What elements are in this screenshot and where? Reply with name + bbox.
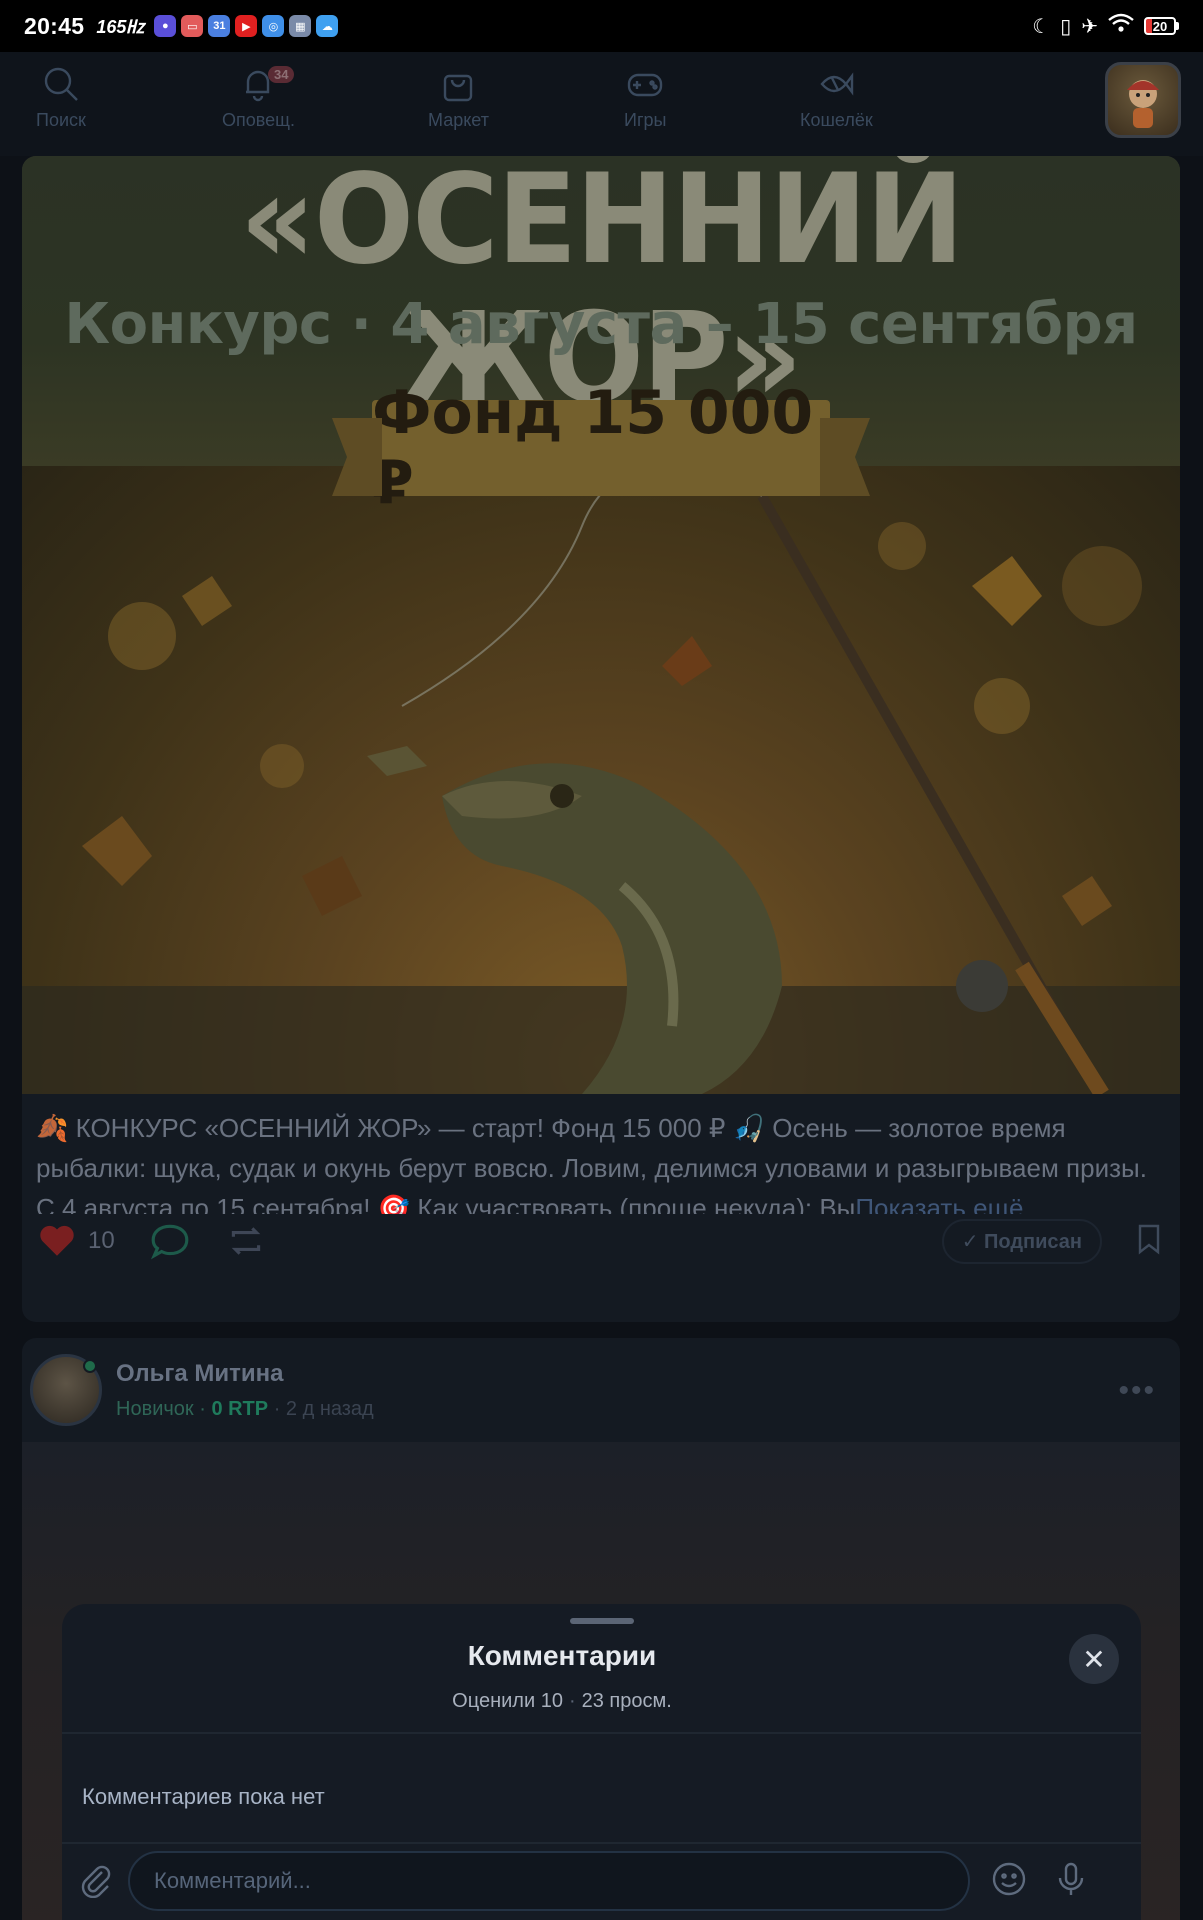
post-text: 🍂 КОНКУРС «ОСЕННИЙ ЖОР» — старт! Фонд 15…	[22, 1094, 1180, 1214]
close-button[interactable]: ✕	[1069, 1634, 1119, 1684]
calendar-notification-icon: 31	[208, 15, 231, 37]
wifi-icon	[1108, 13, 1134, 39]
notification-badge: 34	[268, 66, 295, 83]
divider	[62, 1732, 1141, 1734]
do-not-disturb-icon: ☾	[1032, 15, 1051, 38]
avatar-icon	[1127, 80, 1159, 128]
comment-bubble-icon	[150, 1224, 189, 1260]
refresh-rate: 165㎐	[96, 17, 145, 37]
sheet-drag-handle[interactable]	[570, 1618, 634, 1624]
banner-fund-ribbon: Фонд 15 000 ₽	[372, 378, 830, 518]
author-avatar[interactable]	[30, 1354, 102, 1426]
nav-market-label: Маркет	[428, 110, 489, 130]
banner-subtitle: Конкурс · 4 августа – 15 сентября	[64, 292, 1138, 357]
search-icon	[44, 67, 78, 101]
author-rtp: 0 RTP	[211, 1397, 269, 1420]
like-count: 10	[88, 1227, 115, 1254]
status-bar: 20:45 165㎐ ● ▭ 31 ▶ ◎ ▦ ☁ ☾ ▯ ✈ 20	[0, 0, 1203, 52]
post-time: 2 д назад	[285, 1397, 374, 1420]
airplane-icon: ✈	[1081, 15, 1098, 38]
wallet-fish-icon	[820, 72, 854, 96]
sheet-title: Комментарии	[467, 1640, 657, 1671]
microphone-icon	[1058, 1862, 1084, 1895]
post-banner-image[interactable]: «ОСЕННИЙ ЖОР» Конкурс · 4 августа – 15 с…	[22, 156, 1180, 1094]
app-notification-icon: ▭	[181, 15, 204, 37]
comment-input[interactable]	[128, 1851, 970, 1911]
emoji-button[interactable]	[990, 1860, 1028, 1903]
shopping-bag-icon	[444, 74, 473, 102]
bookmark-button[interactable]	[1132, 1222, 1166, 1261]
repost-button[interactable]	[225, 1220, 267, 1262]
comment-button[interactable]	[149, 1220, 191, 1262]
nav-wallet-label: Кошелёк	[800, 110, 873, 130]
app-notification-icon: ●	[154, 15, 177, 37]
nav-games[interactable]: Игры	[624, 64, 666, 131]
chrome-notification-icon: ◎	[262, 15, 285, 37]
empty-comments-text: Комментариев пока нет	[82, 1784, 325, 1809]
top-navigation: Поиск 34 Оповещ. Маркет Игры Кошелёк	[0, 52, 1203, 156]
gamepad-icon	[628, 73, 663, 97]
post-actions: 10 ✓ Подписан	[22, 1206, 1180, 1276]
pike-illustration	[22, 466, 1180, 1094]
author-meta: Новичок · 0 RTP · 2 д назад	[116, 1397, 374, 1420]
nav-wallet[interactable]: Кошелёк	[800, 64, 873, 131]
nav-games-label: Игры	[624, 110, 667, 130]
nav-market[interactable]: Маркет	[428, 64, 489, 131]
battery-level: 20	[1144, 17, 1176, 35]
profile-avatar[interactable]	[1105, 62, 1181, 138]
paperclip-icon	[81, 1865, 111, 1898]
notification-icons: ● ▭ 31 ▶ ◎ ▦ ☁	[154, 15, 339, 37]
online-status-dot	[83, 1359, 97, 1373]
subscribed-button[interactable]: ✓ Подписан	[941, 1218, 1102, 1264]
nav-search[interactable]: Поиск	[36, 64, 86, 131]
cloud-notification-icon: ☁	[316, 15, 339, 37]
attach-button[interactable]	[76, 1860, 114, 1903]
nav-notifications[interactable]: 34 Оповещ.	[222, 64, 295, 131]
author-name[interactable]: Ольга Митина	[116, 1360, 374, 1388]
close-icon: ✕	[1082, 1643, 1106, 1675]
banner-fund: Фонд 15 000 ₽	[372, 378, 814, 518]
rated-count: Оценили 10	[452, 1690, 563, 1712]
emoji-icon	[992, 1862, 1026, 1895]
nav-notifications-label: Оповещ.	[222, 110, 295, 130]
battery-icon: 20	[1144, 17, 1179, 35]
nav-search-label: Поиск	[36, 110, 86, 130]
voice-button[interactable]	[1052, 1860, 1090, 1903]
vibrate-icon: ▯	[1060, 15, 1072, 38]
heart-icon	[40, 1225, 74, 1256]
post-author-row: Ольга Митина Новичок · 0 RTP · 2 д назад…	[22, 1338, 1180, 1442]
like-button[interactable]: 10	[36, 1220, 115, 1262]
views-count: 23 просм.	[581, 1690, 672, 1712]
bookmark-icon	[1138, 1224, 1160, 1254]
author-rank: Новичок	[116, 1397, 194, 1420]
repost-icon	[231, 1227, 261, 1255]
post-card: «ОСЕННИЙ ЖОР» Конкурс · 4 августа – 15 с…	[22, 156, 1180, 1322]
app-notification-icon: ▦	[289, 15, 312, 37]
youtube-notification-icon: ▶	[235, 15, 258, 37]
more-options-icon[interactable]: •••	[1118, 1374, 1156, 1408]
sheet-stats: Оценили 10 · 23 просм.	[452, 1690, 672, 1712]
status-time: 20:45	[24, 12, 85, 39]
comment-composer	[62, 1842, 1141, 1920]
